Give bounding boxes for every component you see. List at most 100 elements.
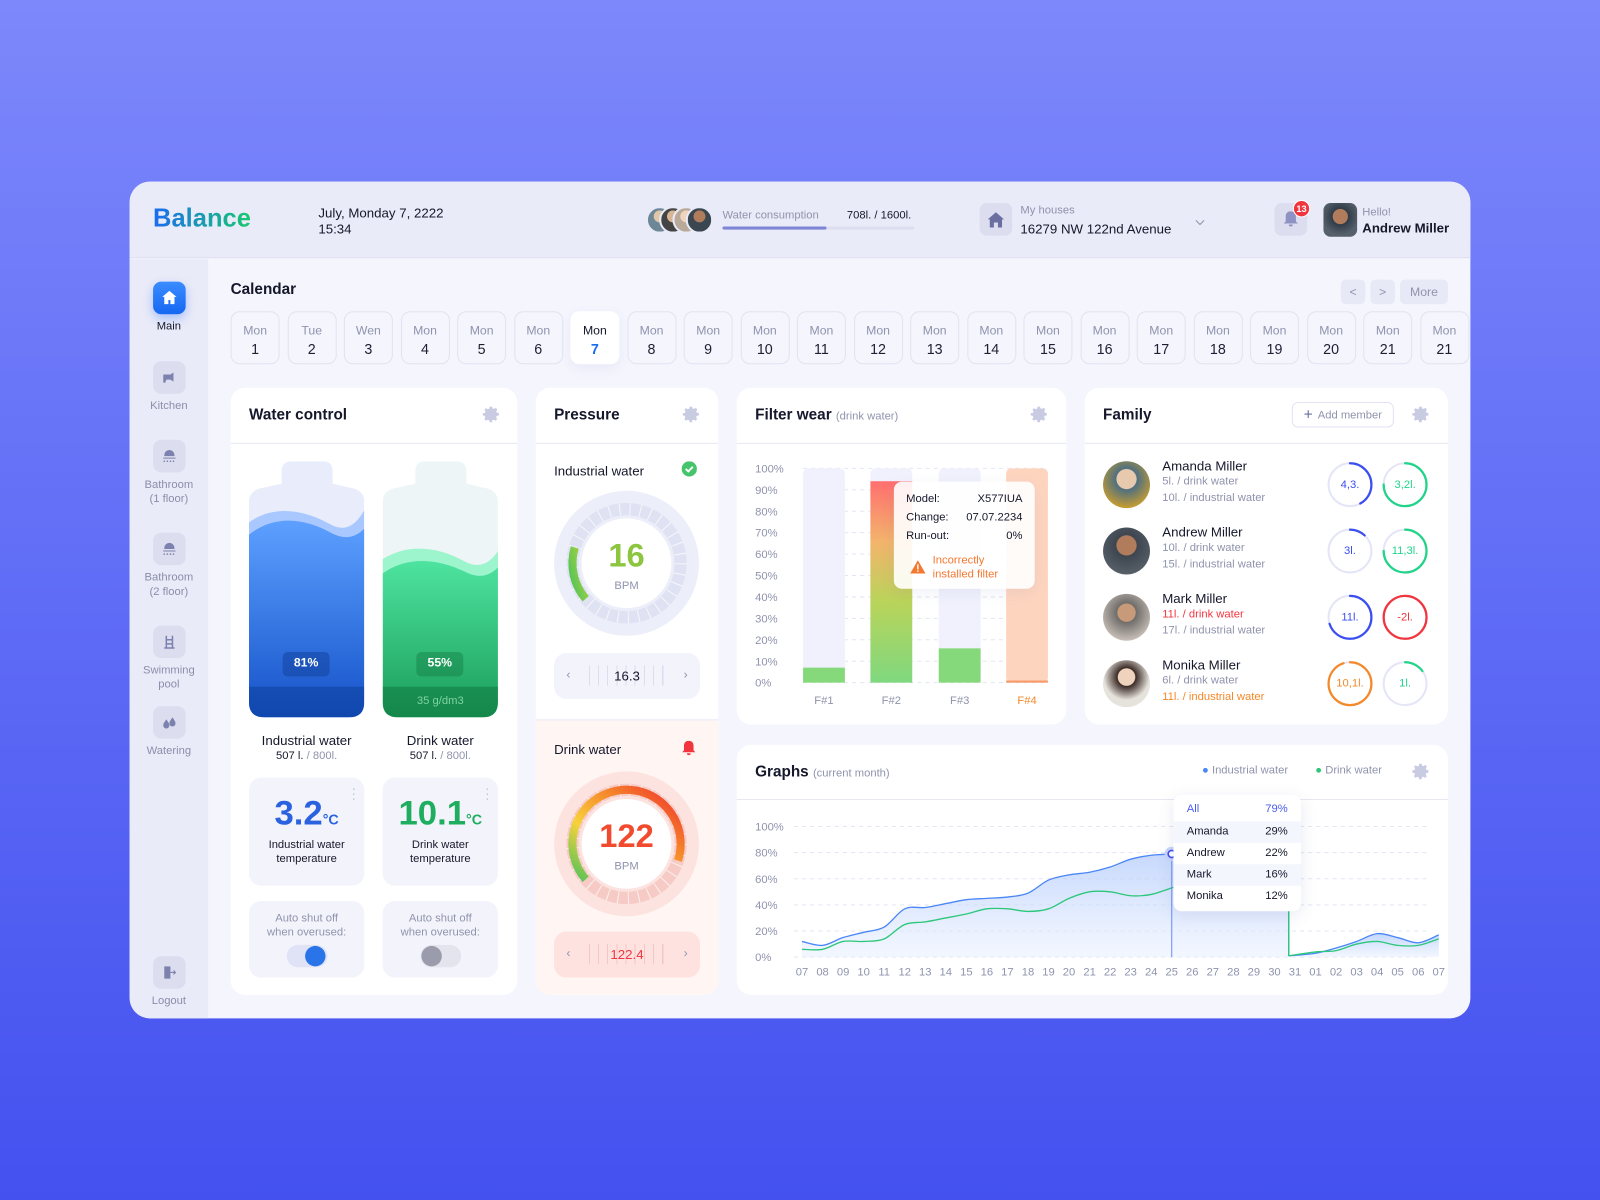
avatar bbox=[685, 206, 714, 234]
x-tick-label: 25 bbox=[1166, 967, 1178, 979]
calendar-day[interactable]: Mon 1 bbox=[230, 311, 280, 365]
user-avatar[interactable] bbox=[1323, 203, 1358, 237]
legend-industrial[interactable]: ● Industrial water bbox=[1202, 764, 1288, 776]
faucet-icon bbox=[152, 361, 186, 394]
industrial-pressure-stepper[interactable]: ‹ 16.3 › bbox=[554, 653, 700, 699]
x-tick-label: 10 bbox=[857, 967, 869, 979]
add-member-button[interactable]: + Add member bbox=[1291, 402, 1394, 428]
calendar-day[interactable]: Mon 8 bbox=[627, 311, 677, 365]
sidebar-item-watering[interactable]: Watering bbox=[130, 706, 209, 758]
chevron-down-icon[interactable] bbox=[1195, 212, 1205, 230]
y-tick-label: 40% bbox=[755, 592, 777, 604]
calendar-next-button[interactable]: > bbox=[1370, 279, 1395, 305]
tooltip-label: Model: bbox=[906, 492, 940, 506]
usage-ring-value: 10,1l. bbox=[1336, 677, 1364, 690]
water-control-card: Water control 81% 55% 35 g/dm3 Industria… bbox=[230, 387, 518, 995]
calendar-prev-button[interactable]: < bbox=[1340, 279, 1366, 305]
gear-icon[interactable] bbox=[1030, 405, 1048, 423]
day-name: Mon bbox=[752, 323, 777, 338]
x-tick-label: F#2 bbox=[882, 695, 901, 707]
calendar-day[interactable]: Mon 9 bbox=[683, 311, 733, 365]
sidebar-item-bathroom[interactable]: Bathroom (2 floor) bbox=[130, 532, 209, 599]
day-number: 8 bbox=[647, 340, 656, 358]
more-vertical-icon[interactable]: · · · bbox=[485, 781, 490, 805]
sidebar-item-kitchen[interactable]: Kitchen bbox=[130, 361, 209, 413]
legend-dot: ● bbox=[1202, 764, 1209, 777]
consumption-progress bbox=[722, 226, 915, 230]
family-member-row[interactable]: Andrew Miller 10l. / drink water 15l. / in… bbox=[1085, 520, 1448, 581]
bar-track[interactable] bbox=[803, 468, 845, 683]
bell-alert-icon bbox=[682, 740, 696, 756]
calendar-day[interactable]: Mon 13 bbox=[910, 311, 960, 365]
tooltip-row: Andrew 22% bbox=[1173, 843, 1301, 864]
card-subtitle: (current month) bbox=[812, 767, 890, 780]
gear-icon[interactable] bbox=[682, 405, 700, 423]
calendar-day[interactable]: Mon 18 bbox=[1193, 311, 1243, 365]
calendar-day[interactable]: Mon 20 bbox=[1306, 311, 1356, 365]
y-tick-label: 30% bbox=[755, 613, 777, 625]
calendar-day[interactable]: Tue 2 bbox=[287, 311, 337, 365]
increment-button[interactable]: › bbox=[684, 946, 688, 960]
calendar-day[interactable]: Mon 6 bbox=[513, 311, 563, 365]
x-tick-label: 29 bbox=[1248, 967, 1260, 979]
gear-icon[interactable] bbox=[482, 405, 500, 423]
industrial-pressure-value: 16 bbox=[608, 536, 645, 574]
sidebar-item-bathroom[interactable]: Bathroom (1 floor) bbox=[130, 439, 209, 506]
bar-F#4[interactable] bbox=[1006, 680, 1048, 683]
consumption-line-chart: 0% 20% 40% 60% 80% 100% 07 08 09 10 11 12 13 14 15 16 17… bbox=[755, 822, 1445, 979]
x-tick-label: 16 bbox=[981, 967, 993, 979]
calendar-day[interactable]: Mon 21 bbox=[1363, 311, 1413, 365]
bar-F#1[interactable] bbox=[803, 667, 845, 683]
y-tick-label: 20% bbox=[755, 926, 777, 938]
more-vertical-icon[interactable]: · · · bbox=[351, 781, 356, 805]
tooltip-name: Mark bbox=[1186, 868, 1212, 881]
industrial-auto-shutoff-toggle[interactable] bbox=[286, 944, 328, 968]
calendar-day[interactable]: Mon 19 bbox=[1249, 311, 1299, 365]
logout-button[interactable]: Logout bbox=[130, 956, 209, 1008]
calendar-day[interactable]: Mon 10 bbox=[740, 311, 790, 365]
tooltip-value: 12% bbox=[1265, 889, 1288, 903]
sidebar-item-swimming[interactable]: Swimming pool bbox=[130, 625, 209, 692]
calendar-day[interactable]: Mon 12 bbox=[853, 311, 903, 365]
day-name: Mon bbox=[582, 323, 607, 338]
house-selector[interactable]: 16279 NW 122nd Avenue bbox=[1020, 221, 1171, 236]
calendar-day[interactable]: Mon 11 bbox=[796, 311, 846, 365]
calendar-day[interactable]: Mon 7 bbox=[570, 311, 620, 365]
drink-auto-shutoff-toggle[interactable] bbox=[420, 944, 462, 968]
sidebar-item-main[interactable]: Main bbox=[130, 281, 209, 334]
bar-F#3[interactable] bbox=[938, 648, 981, 683]
card-title: Family bbox=[1103, 406, 1152, 424]
calendar-day[interactable]: Mon 16 bbox=[1080, 311, 1130, 365]
user-name[interactable]: Andrew Miller bbox=[1362, 220, 1449, 235]
calendar-day[interactable]: Mon 21 bbox=[1419, 311, 1469, 365]
calendar-day[interactable]: Mon 14 bbox=[966, 311, 1016, 365]
calendar-day[interactable]: Mon 5 bbox=[457, 311, 507, 365]
gear-icon[interactable] bbox=[1411, 762, 1429, 780]
x-tick-label: 11 bbox=[878, 967, 890, 979]
drink-temperature-card: · · · 10.1°C Drink water temperature bbox=[382, 777, 498, 886]
day-number: 14 bbox=[983, 340, 1000, 358]
drink-pressure-stepper[interactable]: ‹ 122.4 › bbox=[554, 931, 700, 978]
family-member-row[interactable]: Mark Miller 11l. / drink water 17l. / indu… bbox=[1085, 587, 1448, 648]
usage-ring-value: 11,3l. bbox=[1391, 544, 1419, 558]
family-member-row[interactable]: Monika Miller 6l. / drink water 11l. / ind… bbox=[1085, 653, 1448, 714]
calendar-more-button[interactable]: More bbox=[1399, 279, 1448, 305]
gear-icon[interactable] bbox=[1411, 405, 1429, 423]
day-number: 10 bbox=[756, 340, 773, 358]
family-avatars[interactable] bbox=[645, 206, 717, 235]
calendar-day[interactable]: Mon 17 bbox=[1136, 311, 1186, 365]
usage-ring-value: 3,2l. bbox=[1394, 478, 1416, 491]
calendar-day[interactable]: Mon 4 bbox=[400, 311, 450, 365]
day-number: 21 bbox=[1379, 340, 1396, 358]
family-member-row[interactable]: Amanda Miller 5l. / drink water 10l. / ind… bbox=[1085, 454, 1448, 515]
divider bbox=[535, 442, 719, 444]
industrial-amount: 507 l. bbox=[276, 749, 304, 763]
toggle-knob bbox=[305, 945, 326, 967]
legend-drink[interactable]: ● Drink water bbox=[1315, 764, 1382, 776]
legend-label: Drink water bbox=[1325, 764, 1382, 777]
calendar-day[interactable]: Wen 3 bbox=[343, 311, 393, 365]
sidebar-item-label: Watering bbox=[146, 744, 192, 758]
increment-button[interactable]: › bbox=[684, 667, 688, 681]
calendar-day[interactable]: Mon 15 bbox=[1023, 311, 1073, 365]
day-name: Mon bbox=[413, 323, 437, 338]
